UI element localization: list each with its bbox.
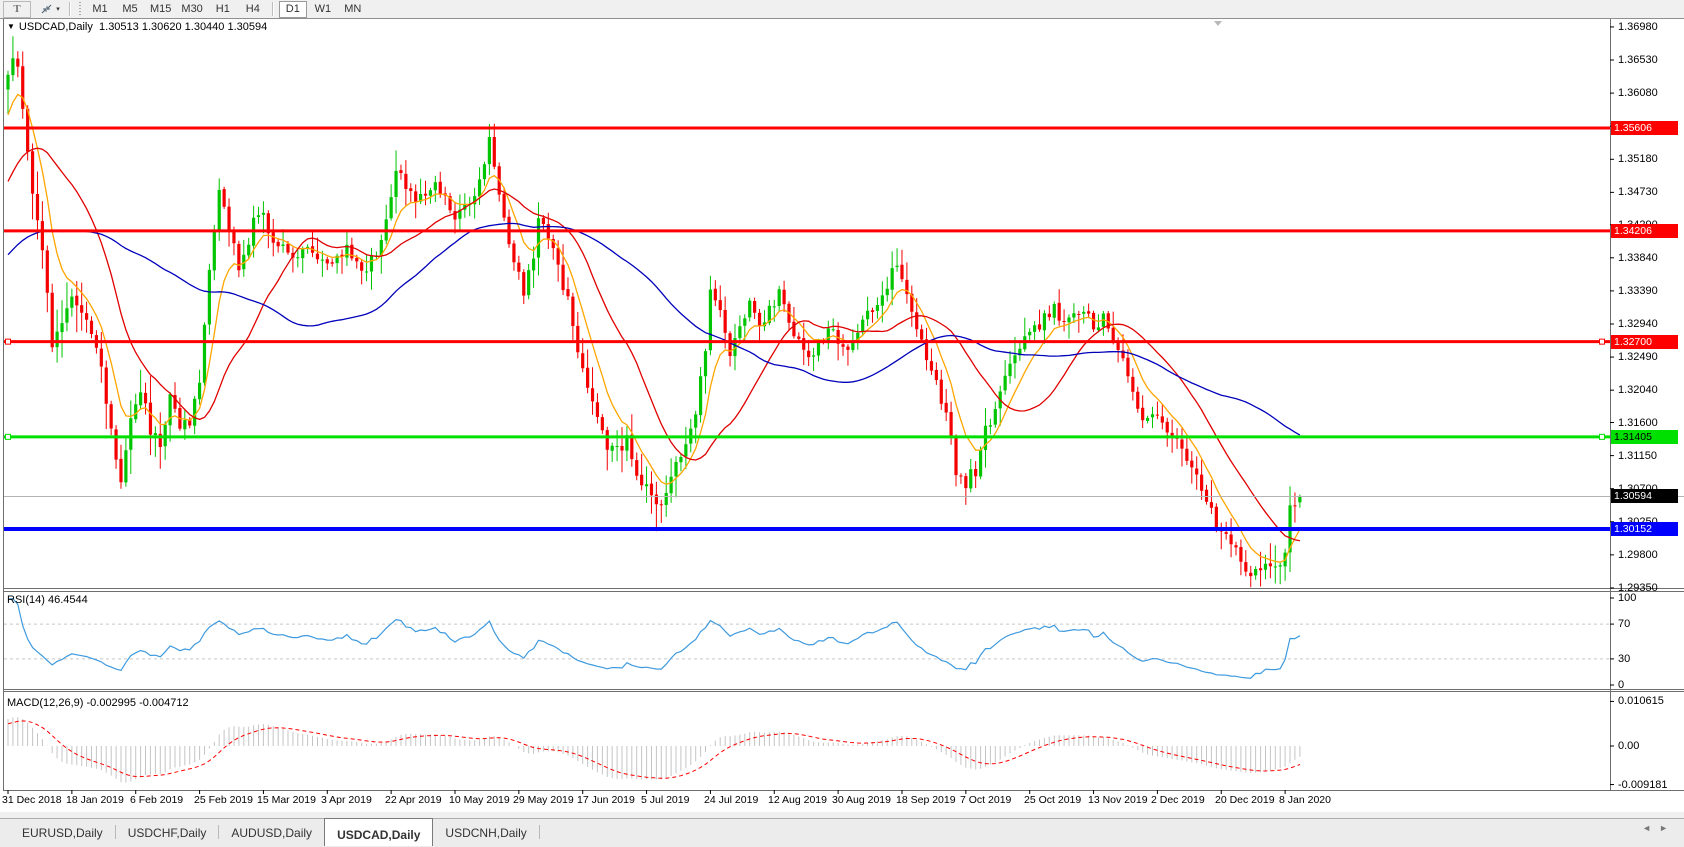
hline-handle[interactable] (1600, 434, 1605, 439)
macd-tick-label: 0.00 (1618, 740, 1639, 752)
timeframe-button-h1[interactable]: H1 (209, 1, 237, 18)
macd-name: MACD(12,26,9) (7, 697, 83, 709)
rsi-label: RSI(14) 46.4544 (7, 594, 88, 606)
price-tick-label: 1.31600 (1618, 417, 1658, 429)
dropdown-caret-icon: ▾ (56, 5, 60, 13)
chart-window: ▼ USDCAD,Daily 1.30513 1.30620 1.30440 1.… (0, 18, 1684, 846)
timeframe-button-m5[interactable]: M5 (116, 1, 144, 18)
date-tick-label: 7 Oct 2019 (960, 794, 1011, 806)
date-tick-label: 22 Apr 2019 (385, 794, 442, 806)
timeframe-button-m1[interactable]: M1 (86, 1, 114, 18)
level-price-tag[interactable]: 1.35606 (1611, 121, 1678, 135)
price-tick-label: 1.29800 (1618, 549, 1658, 561)
date-tick-label: 13 Nov 2019 (1088, 794, 1148, 806)
chart-canvas[interactable] (0, 18, 1684, 812)
price-tick-label: 1.36080 (1618, 87, 1658, 99)
tab-scroll-arrows: ◄► (1642, 823, 1676, 833)
hline-handle[interactable] (1600, 339, 1605, 344)
chart-tab-bar: EURUSD,DailyUSDCHF,DailyAUDUSD,DailyUSDC… (0, 818, 1684, 847)
price-tick-label: 1.33840 (1618, 252, 1658, 264)
date-tick-label: 18 Jan 2019 (66, 794, 124, 806)
level-price-tag[interactable]: 1.34206 (1611, 224, 1678, 238)
price-tick-label: 1.31150 (1618, 450, 1657, 462)
rsi-tick-label: 0 (1618, 679, 1624, 691)
date-tick-label: 18 Sep 2019 (896, 794, 956, 806)
date-tick-label: 25 Feb 2019 (194, 794, 253, 806)
chart-tab-audusd[interactable]: AUDUSD,Daily (219, 819, 324, 843)
date-tick-label: 20 Dec 2019 (1215, 794, 1275, 806)
tab-scroll-right-icon[interactable]: ► (1659, 823, 1676, 833)
macd-values: -0.002995 -0.004712 (86, 697, 188, 709)
chart-tab-usdchf[interactable]: USDCHF,Daily (116, 819, 219, 843)
toolbar-separator (69, 2, 71, 16)
date-tick-label: 8 Jan 2020 (1279, 794, 1331, 806)
timeframe-button-w1[interactable]: W1 (309, 1, 337, 18)
timeframe-button-h4[interactable]: H4 (239, 1, 267, 18)
date-tick-label: 29 May 2019 (513, 794, 574, 806)
tab-separator (539, 825, 540, 839)
hline-handle[interactable] (6, 434, 11, 439)
toolbar-grip[interactable] (78, 2, 82, 16)
date-tick-label: 30 Aug 2019 (832, 794, 891, 806)
date-tick-label: 10 May 2019 (449, 794, 510, 806)
date-tick-label: 31 Dec 2018 (2, 794, 62, 806)
macd-tick-label: 0.010615 (1618, 695, 1664, 707)
text-tool-button[interactable]: T (3, 1, 31, 18)
date-tick-label: 24 Jul 2019 (704, 794, 758, 806)
chart-tab-eurusd[interactable]: EURUSD,Daily (10, 819, 115, 843)
toolbar: T ▾ M1M5M15M30H1H4 D1W1MN (0, 0, 1684, 19)
rsi-tick-label: 30 (1618, 653, 1630, 665)
date-tick-label: 3 Apr 2019 (321, 794, 372, 806)
arrange-windows-button[interactable]: ▾ (36, 1, 64, 18)
price-tick-label: 1.34730 (1618, 186, 1658, 198)
chart-title[interactable]: ▼ USDCAD,Daily 1.30513 1.30620 1.30440 1.… (7, 21, 267, 33)
chart-tab-usdcnh[interactable]: USDCNH,Daily (433, 819, 538, 843)
rsi-name: RSI(14) (7, 594, 45, 606)
date-tick-label: 15 Mar 2019 (257, 794, 316, 806)
price-tick-label: 1.32490 (1618, 351, 1658, 363)
timeframe-button-d1[interactable]: D1 (279, 1, 307, 18)
chart-tab-usdcad[interactable]: USDCAD,Daily (324, 818, 433, 846)
chart-symbol-label: USDCAD,Daily (19, 21, 93, 33)
price-tick-label: 1.36530 (1618, 54, 1658, 66)
level-price-tag[interactable]: 1.30152 (1611, 522, 1678, 536)
price-tick-label: 1.33390 (1618, 285, 1658, 297)
rsi-tick-label: 70 (1618, 618, 1630, 630)
hline-handle[interactable] (6, 339, 11, 344)
date-tick-label: 6 Feb 2019 (130, 794, 183, 806)
toolbar-separator (272, 2, 274, 16)
date-tick-label: 25 Oct 2019 (1024, 794, 1081, 806)
rsi-tick-label: 100 (1618, 592, 1636, 604)
rsi-value: 46.4544 (48, 594, 88, 606)
date-tick-label: 5 Jul 2019 (641, 794, 689, 806)
timeframe-button-m15[interactable]: M15 (146, 1, 175, 18)
chart-dropdown-icon[interactable]: ▼ (7, 22, 15, 31)
level-price-tag[interactable]: 1.31405 (1611, 430, 1678, 444)
current-price-tag[interactable]: 1.30594 (1611, 489, 1678, 503)
timeframe-button-mn[interactable]: MN (339, 1, 367, 18)
timeframe-button-m30[interactable]: M30 (177, 1, 206, 18)
tab-scroll-left-icon[interactable]: ◄ (1642, 823, 1659, 833)
chart-ohlc-values: 1.30513 1.30620 1.30440 1.30594 (99, 21, 267, 33)
price-tick-label: 1.32040 (1618, 384, 1658, 396)
date-tick-label: 12 Aug 2019 (768, 794, 827, 806)
date-tick-label: 17 Jun 2019 (577, 794, 635, 806)
price-tick-label: 1.32940 (1618, 318, 1658, 330)
price-tick-label: 1.36980 (1618, 21, 1658, 33)
macd-label: MACD(12,26,9) -0.002995 -0.004712 (7, 697, 189, 709)
price-tick-label: 1.35180 (1618, 153, 1658, 165)
date-tick-label: 2 Dec 2019 (1151, 794, 1205, 806)
level-price-tag[interactable]: 1.32700 (1611, 335, 1678, 349)
cascade-arrows-icon (40, 3, 53, 15)
macd-tick-label: -0.009181 (1618, 779, 1668, 791)
